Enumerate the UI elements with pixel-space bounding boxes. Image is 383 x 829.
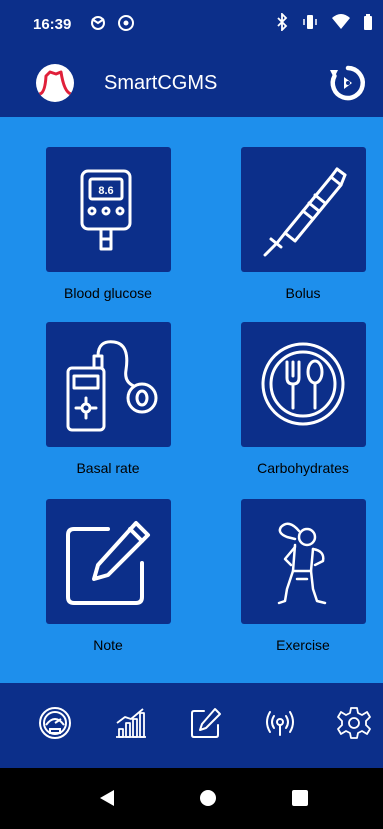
gear-icon[interactable]: [336, 705, 372, 741]
insulin-pump-icon: [66, 340, 158, 432]
notification-icon: [91, 16, 105, 30]
status-time: 16:39: [33, 16, 72, 33]
bolus-label: Bolus: [285, 285, 321, 301]
back-icon[interactable]: [98, 788, 116, 808]
carbohydrates-label: Carbohydrates: [257, 460, 349, 476]
edit-note-icon: [66, 521, 150, 605]
refresh-icon[interactable]: [328, 63, 368, 103]
note-label: Note: [93, 637, 123, 653]
plate-fork-spoon-icon: [261, 342, 345, 426]
bolus-tile[interactable]: [241, 147, 366, 272]
chart-icon[interactable]: [113, 705, 149, 741]
bluetooth-icon: [277, 13, 288, 31]
battery-icon: [364, 14, 372, 30]
app-title: SmartCGMS: [104, 72, 218, 94]
app-bar: SmartCGMS: [0, 50, 383, 117]
basal-rate-label: Basal rate: [76, 460, 140, 476]
signal-icon[interactable]: [262, 705, 298, 741]
glucometer-display-value: 8.6: [98, 185, 113, 197]
vibrate-icon: [303, 15, 317, 29]
note-tile[interactable]: [46, 499, 171, 624]
blood-glucose-tile[interactable]: 8.6: [46, 147, 171, 272]
exercise-label: Exercise: [276, 637, 330, 653]
app-logo-icon: [36, 64, 74, 102]
dashboard-content: 8.6 Blood glucose Bolus Basal rate Carbo…: [0, 117, 383, 683]
wifi-icon: [332, 14, 350, 29]
system-nav-bar: [0, 768, 383, 829]
stretching-person-icon: [277, 522, 327, 605]
bottom-tab-bar: [0, 683, 383, 768]
gauge-icon[interactable]: [37, 705, 73, 741]
sync-icon: [118, 15, 134, 31]
basal-rate-tile[interactable]: [46, 322, 171, 447]
status-bar: 16:39: [0, 0, 383, 50]
glucometer-icon: 8.6: [80, 169, 132, 251]
recents-icon[interactable]: [290, 788, 310, 808]
home-icon[interactable]: [198, 788, 218, 808]
carbohydrates-tile[interactable]: [241, 322, 366, 447]
insulin-pen-icon: [263, 167, 347, 257]
blood-glucose-label: Blood glucose: [64, 285, 152, 301]
exercise-tile[interactable]: [241, 499, 366, 624]
edit-icon[interactable]: [188, 705, 224, 741]
